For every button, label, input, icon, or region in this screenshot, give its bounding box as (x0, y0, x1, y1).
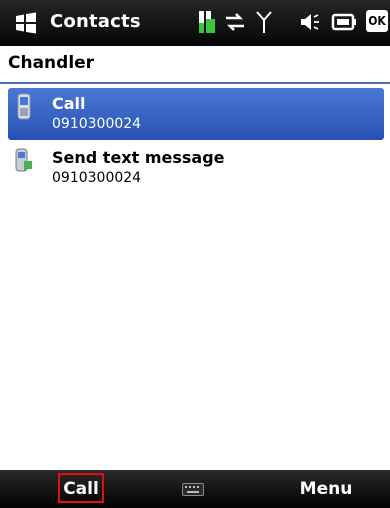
call-softkey[interactable]: Call (58, 470, 108, 508)
list-item-call[interactable]: Call 0910300024 (8, 88, 384, 140)
menu-softkey[interactable]: Menu (296, 470, 356, 508)
ok-button[interactable]: OK (366, 10, 388, 32)
status-icons[interactable] (0, 0, 390, 46)
sms-icon (15, 148, 32, 172)
header-divider (0, 82, 390, 84)
data-sync-icon (226, 13, 244, 31)
call-softkey-label: Call (63, 479, 99, 499)
contact-header: Chandler (0, 46, 390, 84)
battery-charging-icon (199, 11, 215, 33)
speaker-icon (301, 14, 319, 30)
send-text-message-number: 0910300024 (52, 170, 142, 186)
send-text-message-label: Send text message (52, 148, 225, 167)
softkey-bar: Call Menu (0, 470, 390, 508)
call-label: Call (52, 94, 86, 113)
list-item-send-text-message[interactable]: Send text message 0910300024 (8, 142, 384, 194)
keyboard-icon[interactable] (182, 483, 204, 496)
title-bar: Contacts OK (0, 0, 390, 46)
contact-name: Chandler (8, 53, 95, 73)
signal-icon (256, 11, 272, 33)
phone-icon (17, 93, 31, 120)
call-number: 0910300024 (52, 116, 142, 132)
battery-icon (331, 13, 356, 31)
